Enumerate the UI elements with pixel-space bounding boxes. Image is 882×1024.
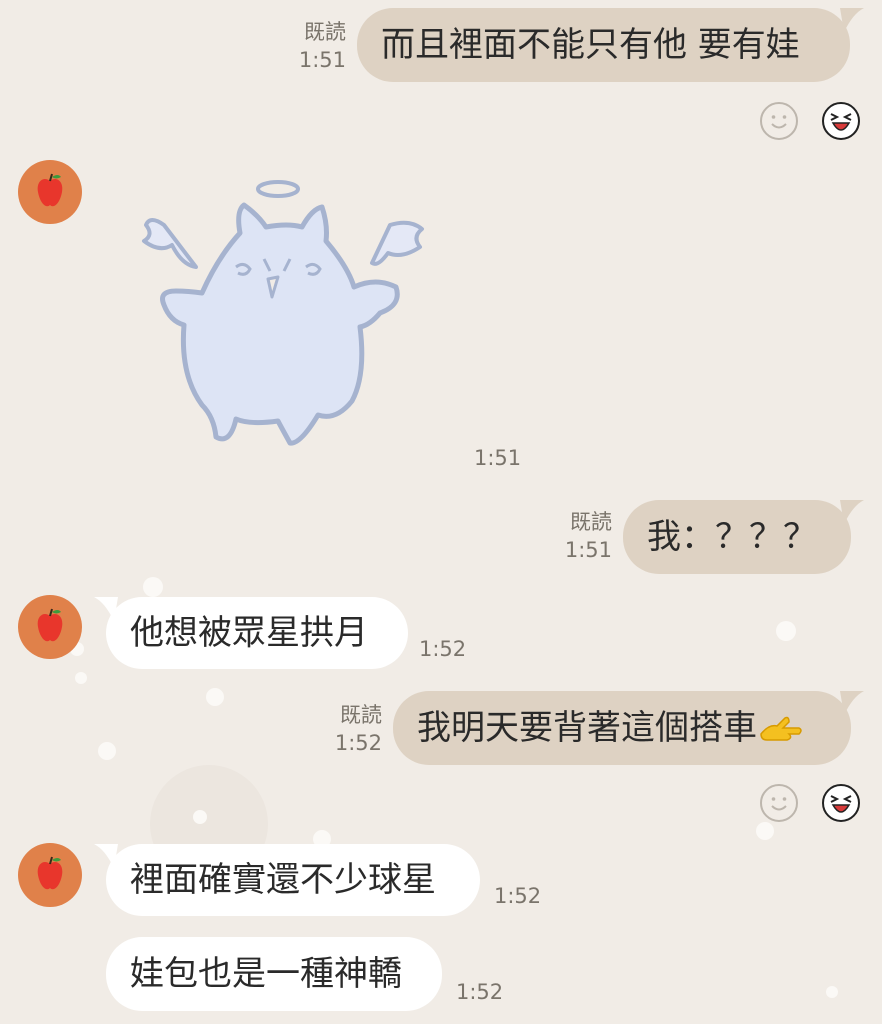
add-reaction-button[interactable] [760, 784, 798, 822]
add-reaction-button[interactable] [760, 102, 798, 140]
message-bubble[interactable]: 娃包也是一種神轎 [106, 937, 442, 1011]
message-text: 我明天要背著這個搭車 [417, 708, 757, 748]
laughing-face-icon [822, 102, 860, 140]
bubble-tail [840, 8, 864, 32]
apple-icon [37, 608, 63, 642]
read-receipt: 既読 [340, 703, 382, 727]
message-text: 裡面確實還不少球星 [130, 860, 436, 900]
message-bubble[interactable]: 而且裡面不能只有他 要有娃 [357, 8, 850, 82]
flexed-hand-emoji [760, 716, 802, 741]
read-receipt: 既読 [570, 510, 612, 534]
message-text: 我：？？？ [647, 517, 817, 557]
background-dot [206, 688, 224, 706]
message-time: 1:51 [474, 446, 522, 470]
background-dot [826, 986, 838, 998]
message-time: 1:52 [334, 731, 382, 755]
background-dot [98, 742, 116, 760]
avatar[interactable] [18, 843, 82, 907]
background-dot [143, 577, 163, 597]
smiley-face-icon [771, 115, 787, 129]
apple-icon [37, 856, 63, 890]
reaction-sticker-button[interactable] [822, 102, 860, 140]
message-meta: 既読 1:51 [280, 18, 346, 74]
background-dot [75, 672, 87, 684]
avatar[interactable] [18, 160, 82, 224]
message-time: 1:52 [456, 980, 504, 1004]
message-bubble[interactable]: 裡面確實還不少球星 [106, 844, 480, 916]
message-bubble[interactable]: 我明天要背著這個搭車 [393, 691, 851, 765]
message-meta: 既読 1:51 [546, 508, 612, 564]
message-text: 而且裡面不能只有他 要有娃 [381, 25, 800, 65]
message-text: 娃包也是一種神轎 [130, 954, 402, 994]
background-dot [193, 810, 207, 824]
message-bubble[interactable]: 他想被眾星拱月 [106, 597, 408, 669]
message-bubble[interactable]: 我：？？？ [623, 500, 851, 574]
message-meta: 既読 1:52 [316, 701, 382, 757]
bubble-tail [840, 500, 864, 524]
message-time: 1:52 [494, 884, 542, 908]
background-dot [756, 822, 774, 840]
message-time: 1:51 [564, 538, 612, 562]
avatar[interactable] [18, 595, 82, 659]
background-dot [776, 621, 796, 641]
message-time: 1:51 [298, 48, 346, 72]
bubble-tail [840, 691, 864, 715]
smiley-face-icon [771, 797, 787, 811]
apple-icon [37, 173, 63, 207]
laughing-face-icon [822, 784, 860, 822]
angel-cat-sticker[interactable] [140, 175, 430, 460]
read-receipt: 既読 [304, 20, 346, 44]
reaction-sticker-button[interactable] [822, 784, 860, 822]
message-time: 1:52 [419, 637, 467, 661]
message-text: 他想被眾星拱月 [130, 613, 368, 653]
